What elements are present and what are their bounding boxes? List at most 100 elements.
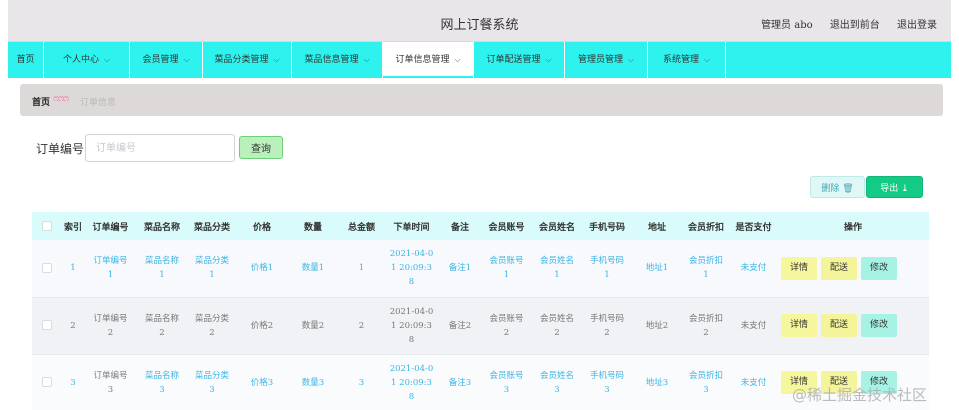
watermark: @稀土掘金技术社区 — [792, 386, 928, 404]
cell-dish-category: 菜品分类 2 — [194, 313, 229, 338]
select-all-checkbox[interactable] — [42, 220, 52, 231]
cell-member-name: 会员姓名 2 — [539, 313, 574, 338]
nav-item-0[interactable]: 首页 — [8, 42, 44, 78]
cell-total: 1 — [358, 263, 365, 274]
row-checkbox[interactable] — [42, 262, 52, 273]
main-nav: 首页 个人中心 ⌵ 会员管理 ⌵ 菜品分类管理 ⌵ 菜品信息管理 ⌵ 订单信息管理 ⌵ 订单配送管理 ⌵… — [8, 42, 951, 78]
back-to-front-link[interactable]: 退出到前台 — [830, 20, 880, 31]
column-header: 地址 — [647, 222, 666, 233]
breadcrumb-separator-icon: ෆෆෆ — [53, 94, 69, 104]
cell-address: 地址3 — [645, 377, 669, 388]
order-no-search-input[interactable] — [85, 134, 235, 162]
cell-phone: 手机号码 2 — [589, 313, 624, 338]
cell-price: 价格1 — [250, 263, 274, 274]
nav-item-4[interactable]: 菜品信息管理 ⌵ — [292, 42, 383, 78]
column-header: 会员姓名 — [538, 222, 575, 233]
cell-index: 3 — [70, 377, 76, 388]
cell-dish-category: 菜品分类 3 — [194, 370, 229, 395]
nav-item-label: 菜品分类管理 — [214, 55, 269, 65]
cell-price: 价格2 — [250, 320, 274, 331]
cell-paid: 未支付 — [740, 320, 767, 331]
admin-user-label: 管理员 abo — [761, 20, 813, 31]
nav-item-label: 订单配送管理 — [486, 55, 541, 65]
cell-order-no: 订单编号 3 — [93, 370, 128, 395]
cell-address: 地址1 — [645, 263, 669, 274]
column-header: 手机号码 — [588, 222, 625, 233]
column-header: 价格 — [252, 222, 271, 233]
column-header: 数量 — [303, 222, 322, 233]
nav-item-label: 菜品信息管理 — [304, 55, 359, 65]
cell-dish-category: 菜品分类 1 — [194, 256, 229, 281]
cell-discount: 会员折扣 1 — [688, 256, 723, 281]
chevron-down-icon: ⌵ — [273, 55, 280, 64]
delete-button[interactable]: 删除 🗑 — [810, 176, 865, 198]
chevron-down-icon: ⌵ — [627, 55, 635, 64]
cell-order-no: 订单编号 2 — [93, 313, 128, 338]
export-button[interactable]: 导出 ⤓ — [866, 176, 923, 198]
nav-item-label: 首页 — [16, 55, 35, 65]
cell-index: 2 — [70, 320, 76, 331]
detail-button[interactable]: 详情 — [781, 314, 817, 337]
chevron-down-icon: ⌵ — [103, 55, 111, 64]
column-header: 会员账号 — [488, 222, 525, 233]
cell-order-time: 2021-04-0 1 20:09:3 8 — [389, 363, 434, 402]
cell-order-no: 订单编号 1 — [93, 256, 128, 281]
column-header: 订单编号 — [92, 222, 129, 233]
chevron-down-icon: ⌵ — [183, 55, 190, 64]
edit-button[interactable]: 修改 — [861, 314, 897, 337]
nav-item-2[interactable]: 会员管理 ⌵ — [130, 42, 203, 78]
detail-button[interactable]: 详情 — [781, 256, 817, 280]
cell-price: 价格3 — [250, 377, 274, 388]
column-header: 总金额 — [347, 222, 375, 233]
row-checkbox-cell — [32, 297, 62, 354]
cell-remark: 备注3 — [448, 377, 472, 388]
nav-item-label: 订单信息管理 — [395, 55, 450, 65]
top-links: 管理员 abo 退出到前台 退出登录 — [747, 16, 937, 31]
cell-dish-name: 菜品名称 1 — [144, 256, 179, 281]
cell-member-account: 会员账号 1 — [489, 256, 524, 281]
cell-member-account: 会员账号 2 — [489, 313, 524, 338]
cell-member-account: 会员账号 3 — [489, 370, 524, 395]
nav-item-6[interactable]: 订单配送管理 ⌵ — [474, 42, 565, 78]
orders-table: 索引 订单编号 菜品名称 菜品分类 价格 数量 总金额 下单时间 备注 会员账号 会员姓名 手机号码地… — [32, 212, 929, 410]
edit-button[interactable]: 修改 — [861, 256, 897, 280]
row-checkbox[interactable] — [42, 320, 52, 330]
row-checkbox[interactable] — [42, 377, 52, 387]
nav-item-label: 会员管理 — [142, 55, 179, 65]
cell-index: 1 — [70, 263, 76, 274]
search-button[interactable]: 查询 — [239, 136, 283, 159]
chevron-down-icon: ⌵ — [703, 55, 711, 64]
cell-order-time: 2021-04-0 1 20:09:3 8 — [389, 306, 434, 345]
column-header: 备注 — [450, 222, 469, 233]
breadcrumb: 首页 ෆෆෆ 订单信息 — [20, 84, 943, 116]
row-actions: 详情 配送 修改 — [777, 297, 929, 354]
nav-item-5[interactable]: 订单信息管理 ⌵ — [383, 42, 474, 78]
cell-total: 3 — [358, 377, 365, 388]
nav-item-3[interactable]: 菜品分类管理 ⌵ — [203, 42, 292, 78]
nav-item-label: 管理员管理 — [577, 55, 623, 65]
breadcrumb-current: 订单信息 — [80, 98, 117, 108]
nav-item-1[interactable]: 个人中心 ⌵ — [44, 42, 130, 78]
column-header: 菜品名称 — [143, 222, 180, 233]
cell-member-name: 会员姓名 1 — [539, 256, 574, 281]
cell-total: 2 — [358, 320, 365, 331]
nav-item-8[interactable]: 系统管理 ⌵ — [648, 42, 726, 78]
select-all-checkbox-cell — [32, 212, 62, 240]
column-header: 操作 — [843, 222, 862, 233]
column-header: 菜品分类 — [193, 222, 230, 233]
nav-item-7[interactable]: 管理员管理 ⌵ — [565, 42, 648, 78]
row-checkbox-cell — [32, 354, 62, 410]
cell-quantity: 数量1 — [301, 263, 325, 274]
column-header: 索引 — [63, 222, 82, 233]
table-row: 2 订单编号 2 菜品名称 2 菜品分类 2 价格2 数量2 2 2021-04-0 1 20… — [32, 297, 929, 354]
table-header-row: 索引 订单编号 菜品名称 菜品分类 价格 数量 总金额 下单时间 备注 会员账号 会员姓名 手机号码 地… — [32, 212, 929, 240]
logout-link[interactable]: 退出登录 — [897, 20, 937, 31]
column-header: 是否支付 — [735, 222, 772, 233]
breadcrumb-home[interactable]: 首页 — [32, 95, 50, 108]
row-checkbox-cell — [32, 240, 62, 297]
cell-remark: 备注2 — [448, 320, 472, 331]
nav-item-label: 个人中心 — [62, 55, 99, 65]
ship-button[interactable]: 配送 — [821, 314, 857, 337]
ship-button[interactable]: 配送 — [821, 256, 857, 280]
table-row: 1 订单编号 1 菜品名称 1 菜品分类 1 价格1 数量1 1 2021-04-0 1 20… — [32, 240, 929, 297]
